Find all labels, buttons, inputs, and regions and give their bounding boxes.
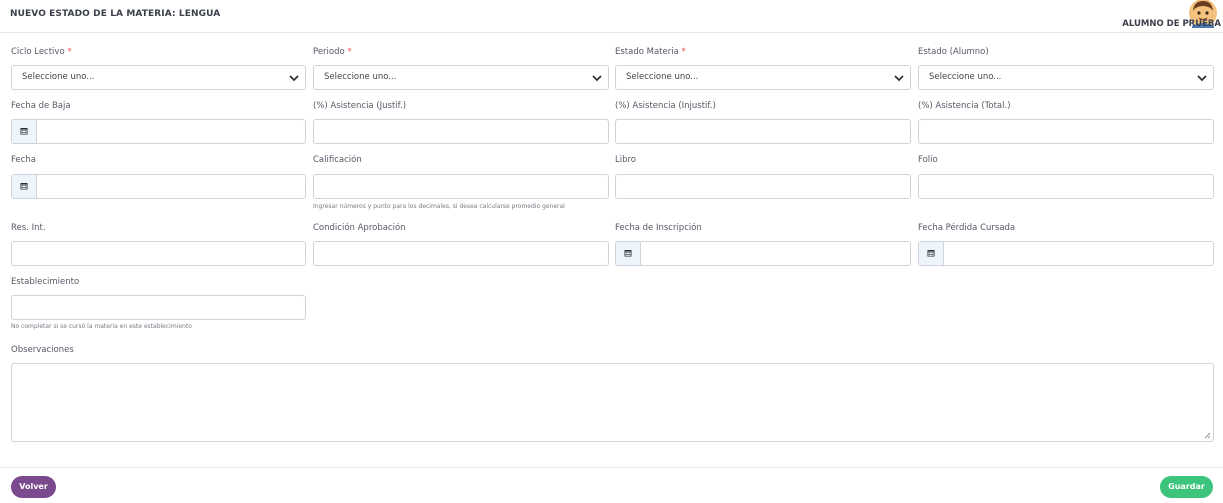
required-mark: * <box>67 47 72 57</box>
date-addon[interactable] <box>616 242 641 265</box>
estado-materia-label-text: Estado Materia <box>615 47 679 57</box>
ciclo-lectivo-label-text: Ciclo Lectivo <box>11 47 65 57</box>
observaciones-label: Observaciones <box>11 345 74 355</box>
save-button[interactable]: Guardar <box>1160 476 1213 498</box>
fecha-perdida-input[interactable] <box>918 241 1214 266</box>
establecimiento-help-text: No completar si se cursó la materia en e… <box>11 323 192 330</box>
asistencia-justif-label: (%) Asistencia (Justif.) <box>313 101 407 111</box>
required-mark: * <box>681 47 686 57</box>
folio-label: Folio <box>918 155 938 165</box>
chevron-down-icon <box>289 75 299 82</box>
periodo-label-text: Periodo <box>313 47 345 57</box>
estado-alumno-label: Estado (Alumno) <box>918 47 989 57</box>
folio-input[interactable] <box>918 174 1214 199</box>
calificacion-help-text: Ingresar números y punto para los decima… <box>313 203 565 210</box>
calendar-icon <box>20 183 28 190</box>
required-mark: * <box>347 47 352 57</box>
calificacion-input[interactable] <box>313 174 609 199</box>
back-button[interactable]: Volver <box>11 476 56 498</box>
fecha-baja-input[interactable] <box>11 119 306 144</box>
asistencia-total-input[interactable] <box>918 119 1214 144</box>
chevron-down-icon <box>592 75 602 82</box>
condicion-aprobacion-input[interactable] <box>313 241 609 266</box>
date-addon[interactable] <box>919 242 944 265</box>
fecha-input[interactable] <box>11 174 306 199</box>
ciclo-lectivo-value: Seleccione uno... <box>22 72 95 82</box>
establecimiento-label: Establecimiento <box>11 277 80 287</box>
page-footer <box>0 467 1223 503</box>
observaciones-textarea[interactable] <box>11 363 1214 442</box>
calendar-icon <box>624 250 632 257</box>
fecha-baja-label: Fecha de Baja <box>11 101 71 111</box>
estado-alumno-select[interactable]: Seleccione uno... <box>918 65 1214 90</box>
condicion-aprobacion-label: Condición Aprobación <box>313 223 406 233</box>
date-addon[interactable] <box>12 120 37 143</box>
calificacion-label: Calificación <box>313 155 362 165</box>
calendar-icon <box>927 250 935 257</box>
libro-label: Libro <box>615 155 637 165</box>
resize-grip-icon[interactable] <box>1204 432 1211 439</box>
date-addon[interactable] <box>12 175 37 198</box>
asistencia-justif-input[interactable] <box>313 119 609 144</box>
periodo-select[interactable]: Seleccione uno... <box>313 65 609 90</box>
fecha-perdida-label: Fecha Pérdida Cursada <box>918 223 1016 233</box>
estado-materia-label: Estado Materia * <box>615 47 686 57</box>
asistencia-injustif-label: (%) Asistencia (Injustif.) <box>615 101 716 111</box>
chevron-down-icon <box>1197 75 1207 82</box>
fecha-inscripcion-label: Fecha de Inscripción <box>615 223 702 233</box>
estado-materia-select[interactable]: Seleccione uno... <box>615 65 911 90</box>
calendar-icon <box>20 128 28 135</box>
asistencia-injustif-input[interactable] <box>615 119 911 144</box>
estado-alumno-value: Seleccione uno... <box>929 72 1002 82</box>
asistencia-total-label: (%) Asistencia (Total.) <box>918 101 1011 111</box>
page-title: NUEVO ESTADO DE LA MATERIA: LENGUA <box>10 9 221 19</box>
ciclo-lectivo-select[interactable]: Seleccione uno... <box>11 65 306 90</box>
page-header: NUEVO ESTADO DE LA MATERIA: LENGUA ALUMN… <box>0 0 1223 33</box>
establecimiento-input[interactable] <box>11 295 306 320</box>
chevron-down-icon <box>894 75 904 82</box>
libro-input[interactable] <box>615 174 911 199</box>
periodo-value: Seleccione uno... <box>324 72 397 82</box>
res-int-input[interactable] <box>11 241 306 266</box>
user-name: ALUMNO DE PRUEBA <box>1122 19 1221 29</box>
fecha-label: Fecha <box>11 155 36 165</box>
periodo-label: Periodo * <box>313 47 352 57</box>
ciclo-lectivo-label: Ciclo Lectivo * <box>11 47 72 57</box>
estado-materia-value: Seleccione uno... <box>626 72 699 82</box>
fecha-inscripcion-input[interactable] <box>615 241 911 266</box>
res-int-label: Res. Int. <box>11 223 46 233</box>
